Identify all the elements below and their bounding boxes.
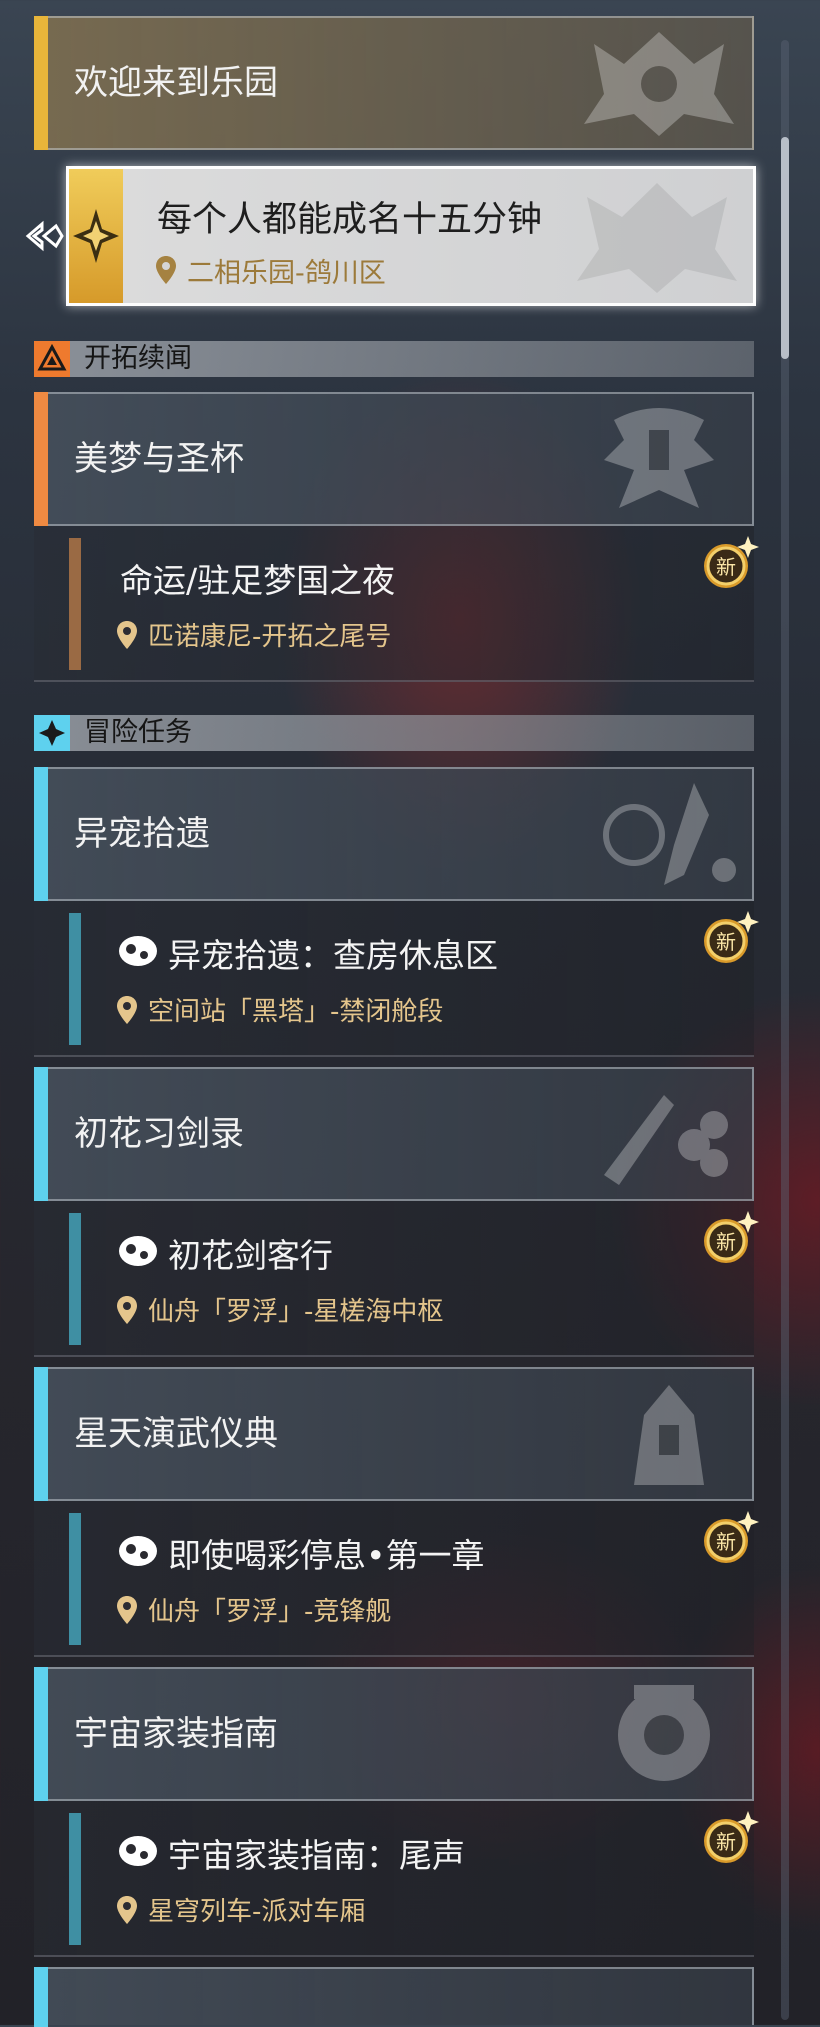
quest-item[interactable]: 宇宙家装指南：尾声 星穹列车-派对车厢 新 [34,1801,759,1957]
location-pin-icon [117,1596,137,1624]
location-pin-icon [156,256,176,284]
location-pin-icon [117,621,137,649]
location-pin-icon [117,996,137,1024]
new-badge-icon: 新 [704,1811,759,1863]
quest-group-header[interactable]: 欢迎来到乐园 [34,16,754,150]
new-badge-icon: 新 [704,1511,759,1563]
new-badge-icon: 新 [704,1211,759,1263]
new-badge-label: 新 [716,930,736,954]
group-title: 美梦与圣杯 [74,439,244,479]
quest-group-header[interactable]: 宇宙家装指南 [34,1667,754,1801]
quest-title: 命运/驻足梦国之夜 [120,561,396,600]
quest-stripe [69,1813,81,1945]
quest-location: 星穹列车-派对车厢 [148,1897,366,1927]
adventure-quest-icon [119,1236,157,1266]
location-pin-icon [117,1296,137,1324]
quest-group-header-partial[interactable] [34,1967,754,2027]
group-emblem-icon [634,1385,704,1485]
quest-stripe [69,538,81,670]
group-title: 宇宙家装指南 [74,1714,278,1754]
group-accent-bar [34,392,48,526]
quest-location: 空间站「黑塔」-禁闭舱段 [148,997,444,1027]
group-title: 欢迎来到乐园 [74,63,278,103]
new-badge-label: 新 [716,1830,736,1854]
quest-group-header[interactable]: 异宠拾遗 [34,767,754,901]
current-quest-card[interactable]: 每个人都能成名十五分钟 二相乐园-鸽川区 [66,166,756,306]
group-emblem-icon [618,1685,710,1781]
current-quest-location: 二相乐园-鸽川区 [187,258,386,289]
quest-emblem-tile [69,169,123,303]
group-accent-bar [34,1367,48,1501]
group-emblem-icon [604,408,714,508]
quest-title: 即使喝彩停息•第一章 [168,1536,485,1575]
new-badge-label: 新 [716,1530,736,1554]
quest-stripe [69,913,81,1045]
group-title: 异宠拾遗 [74,814,210,854]
group-emblem-icon [584,32,734,136]
group-accent-bar [34,1667,48,1801]
section-header-adventure: 冒险任务 [34,715,754,751]
new-badge-icon: 新 [704,911,759,963]
new-badge-icon: 新 [704,536,759,588]
card-bg-emblem-icon [577,183,737,293]
quest-group-header[interactable]: 星天演武仪典 [34,1367,754,1501]
group-accent-bar [34,1967,48,2027]
section-title: 开拓续闻 [84,343,192,374]
trailblaze-section-icon [34,341,70,377]
quest-location: 仙舟「罗浮」-竞锋舰 [148,1597,392,1627]
group-accent-bar [34,1067,48,1201]
group-title: 星天演武仪典 [74,1414,278,1454]
quest-location: 仙舟「罗浮」-星槎海中枢 [148,1297,444,1327]
quest-title: 宇宙家装指南：尾声 [168,1836,465,1875]
quest-group-header[interactable]: 美梦与圣杯 [34,392,754,526]
adventure-quest-icon [119,1536,157,1566]
scrollbar-thumb[interactable] [781,137,789,359]
section-header-trailblaze: 开拓续闻 [34,341,754,377]
section-title: 冒险任务 [84,717,192,748]
group-title: 初花习剑录 [74,1114,244,1154]
group-accent-bar [34,767,48,901]
current-quest-title: 每个人都能成名十五分钟 [157,200,543,240]
new-badge-label: 新 [716,555,736,579]
pointer-arrow-icon [25,220,64,252]
group-accent-bar [34,16,48,150]
new-badge-label: 新 [716,1230,736,1254]
quest-item[interactable]: 命运/驻足梦国之夜 匹诺康尼-开拓之尾号 新 [34,526,759,682]
quest-group-header[interactable]: 初花习剑录 [34,1067,754,1201]
quest-item[interactable]: 即使喝彩停息•第一章 仙舟「罗浮」-竞锋舰 新 [34,1501,759,1657]
quest-stripe [69,1213,81,1345]
location-pin-icon [117,1896,137,1924]
adventure-quest-icon [119,1836,157,1866]
group-emblem-icon [603,783,736,885]
group-emblem-icon [604,1095,728,1185]
quest-emblem-icon [73,209,119,263]
adventure-quest-icon [119,936,157,966]
quest-item[interactable]: 初花剑客行 仙舟「罗浮」-星槎海中枢 新 [34,1201,759,1357]
quest-title: 异宠拾遗：查房休息区 [168,936,498,975]
quest-item[interactable]: 异宠拾遗：查房休息区 空间站「黑塔」-禁闭舱段 新 [34,901,759,1057]
adventure-section-icon [34,715,70,751]
quest-stripe [69,1513,81,1645]
quest-location: 匹诺康尼-开拓之尾号 [148,622,392,652]
quest-title: 初花剑客行 [168,1236,333,1275]
